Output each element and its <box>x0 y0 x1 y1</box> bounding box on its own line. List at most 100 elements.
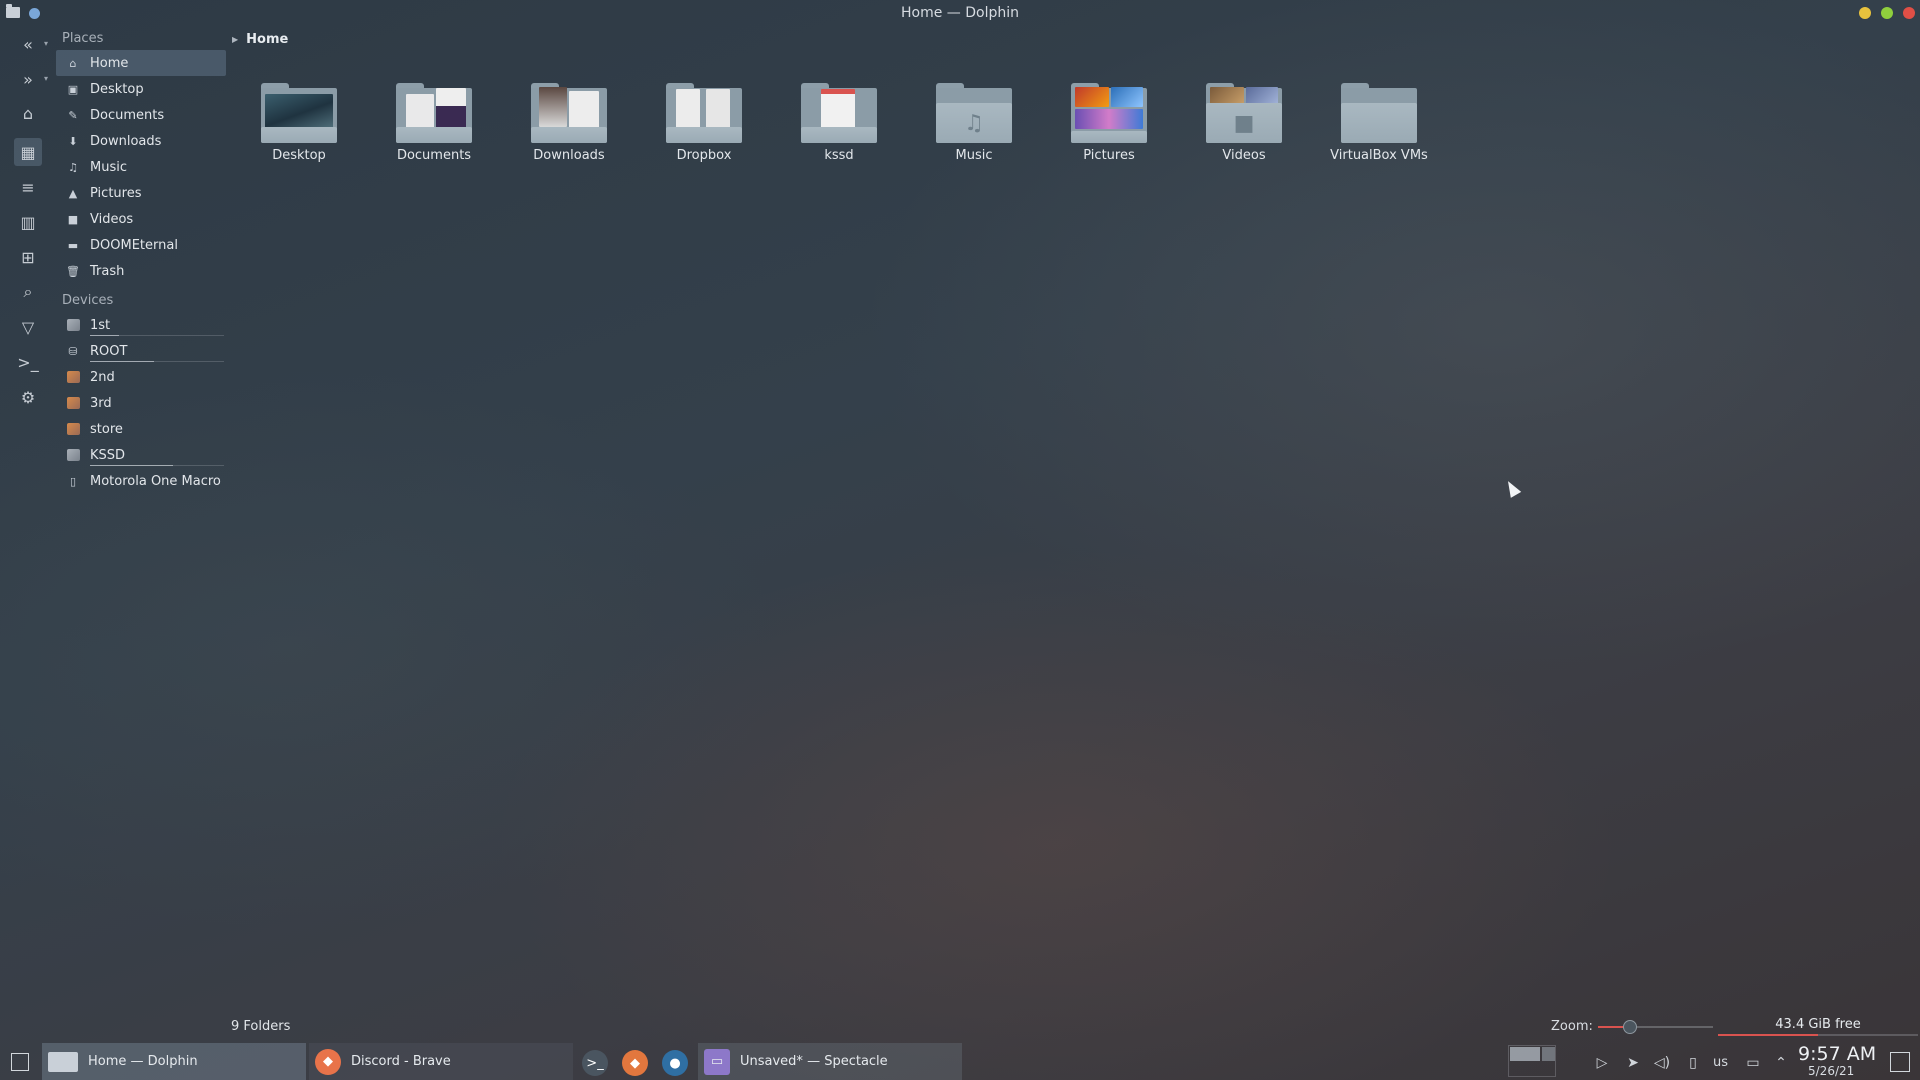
folder-downloads[interactable]: Downloads <box>520 80 655 170</box>
places-item-label: Pictures <box>90 185 142 201</box>
task-discord-brave[interactable]: ◆ Discord - Brave <box>309 1043 573 1080</box>
folder-grid: Desktop Documents Downloads Dropbox kssd… <box>250 80 1465 170</box>
folder-music[interactable]: ♫ Music <box>925 80 1060 170</box>
device-item-1st[interactable]: 1st <box>56 312 226 338</box>
folder-label: Downloads <box>533 148 605 163</box>
folder-desktop[interactable]: Desktop <box>250 80 385 170</box>
back-icon: « <box>23 34 33 54</box>
devices-section-title: Devices <box>62 293 114 308</box>
back-button[interactable]: «▾ <box>14 30 48 58</box>
telegram-icon[interactable]: ➤ <box>1623 1053 1643 1073</box>
pictures-icon: ▲ <box>68 186 78 200</box>
drive-icon <box>66 318 80 332</box>
dolphin-app-icon[interactable] <box>6 4 20 18</box>
on-all-desktops-icon[interactable] <box>29 8 40 19</box>
breadcrumb: ▶ Home <box>232 29 288 49</box>
device-item-3rd[interactable]: 3rd <box>56 390 226 416</box>
task-spectacle[interactable]: ▭ Unsaved* — Spectacle <box>698 1043 962 1080</box>
mouse-cursor <box>1502 478 1522 498</box>
keyboard-layout-indicator[interactable]: us <box>1713 1055 1728 1070</box>
media-player-icon[interactable]: ▷ <box>1592 1053 1612 1073</box>
terminal-button[interactable]: >_ <box>14 348 42 376</box>
free-space-label[interactable]: 43.4 GiB free <box>1718 1017 1918 1032</box>
task-dolphin[interactable]: Home — Dolphin <box>42 1043 306 1080</box>
steam-launcher[interactable]: ● <box>662 1050 688 1076</box>
terminal-launcher[interactable]: >_ <box>582 1050 608 1076</box>
places-item-videos[interactable]: ■ Videos <box>56 206 226 232</box>
chevron-down-icon[interactable]: ▾ <box>44 39 48 48</box>
places-item-music[interactable]: ♫ Music <box>56 154 226 180</box>
folder-label: Music <box>955 148 993 163</box>
volume-icon[interactable]: ◁) <box>1652 1053 1672 1073</box>
brave-icon: ◆ <box>315 1048 341 1075</box>
places-item-label: Downloads <box>90 133 162 149</box>
virtual-desktop-pager[interactable] <box>1508 1045 1556 1077</box>
chevron-right-icon[interactable]: ▶ <box>232 35 238 44</box>
places-item-home[interactable]: ⌂ Home <box>56 50 226 76</box>
places-item-desktop[interactable]: ▣ Desktop <box>56 76 226 102</box>
folder-kssd[interactable]: kssd <box>790 80 925 170</box>
places-item-pictures[interactable]: ▲ Pictures <box>56 180 226 206</box>
details-view-button[interactable]: ≡ <box>14 173 42 201</box>
device-item-root[interactable]: ⛁ ROOT <box>56 338 226 364</box>
folder-label: kssd <box>824 148 854 163</box>
maximize-button[interactable] <box>1881 7 1893 19</box>
folder-icon: ▬ <box>67 238 79 252</box>
downloads-icon: ⬇ <box>68 134 78 148</box>
show-desktop-button[interactable] <box>11 1053 29 1071</box>
device-item-store[interactable]: store <box>56 416 226 442</box>
fox-icon: ◆ <box>630 1055 640 1071</box>
home-icon: ⌂ <box>69 56 77 70</box>
clock-date[interactable]: 5/26/21 <box>1808 1064 1854 1078</box>
filter-button[interactable]: ▽ <box>14 313 42 341</box>
desktop-2-thumbnail[interactable] <box>1542 1047 1555 1061</box>
icons-view-icon: ▦ <box>20 142 36 162</box>
peek-desktop-button[interactable] <box>1890 1052 1910 1072</box>
icons-view-button[interactable]: ▦ <box>14 138 42 166</box>
drive-icon <box>66 396 80 410</box>
close-button[interactable] <box>1903 7 1915 19</box>
device-item-label: store <box>90 421 123 437</box>
places-item-documents[interactable]: ✎ Documents <box>56 102 226 128</box>
gitlab-launcher[interactable]: ◆ <box>622 1050 648 1076</box>
places-item-doometernal[interactable]: ▬ DOOMEternal <box>56 232 226 258</box>
device-item-2nd[interactable]: 2nd <box>56 364 226 390</box>
drive-icon <box>66 370 80 384</box>
places-item-trash[interactable]: 🗑 Trash <box>56 258 226 284</box>
task-label: Unsaved* — Spectacle <box>740 1054 888 1069</box>
desktop-1-thumbnail[interactable] <box>1510 1047 1540 1061</box>
zoom-slider-handle[interactable] <box>1623 1020 1638 1034</box>
split-icon: ▥ <box>20 212 36 232</box>
network-icon[interactable]: ▭ <box>1743 1053 1763 1073</box>
search-button[interactable]: ⌕ <box>14 278 42 306</box>
chevron-down-icon[interactable]: ▾ <box>44 74 48 83</box>
folder-documents[interactable]: Documents <box>385 80 520 170</box>
folder-pictures[interactable]: Pictures <box>1060 80 1195 170</box>
free-space-bar <box>1718 1034 1918 1036</box>
home-button[interactable]: ⌂ <box>14 99 42 127</box>
breadcrumb-home[interactable]: Home <box>246 32 288 47</box>
folder-music-icon: ♫ <box>936 83 1012 143</box>
clock-time[interactable]: 9:57 AM <box>1798 1043 1876 1065</box>
device-item-kssd[interactable]: KSSD <box>56 442 226 468</box>
video-camera-icon: ■ <box>1233 110 1255 136</box>
folder-virtualbox-vms[interactable]: VirtualBox VMs <box>1330 80 1465 170</box>
spectacle-icon: ▭ <box>704 1048 730 1075</box>
chevron-up-icon[interactable]: ⌃ <box>1771 1053 1791 1073</box>
forward-button[interactable]: » ▾ <box>14 65 48 93</box>
places-item-downloads[interactable]: ⬇ Downloads <box>56 128 226 154</box>
folder-dropbox[interactable]: Dropbox <box>655 80 790 170</box>
search-icon: ⌕ <box>23 282 33 301</box>
kde-connect-icon[interactable]: ▯ <box>1683 1053 1703 1073</box>
new-tab-button[interactable]: ⊞ <box>14 243 42 271</box>
device-item-label: 2nd <box>90 369 115 385</box>
folder-videos[interactable]: ■ Videos <box>1195 80 1330 170</box>
folder-icon <box>1341 83 1417 143</box>
split-button[interactable]: ▥ <box>14 208 42 236</box>
minimize-button[interactable] <box>1859 7 1871 19</box>
folder-label: Videos <box>1222 148 1266 163</box>
zoom-slider[interactable] <box>1598 1020 1713 1034</box>
trash-icon: 🗑 <box>66 264 80 278</box>
device-item-motorola[interactable]: ▯ Motorola One Macro <box>56 468 226 494</box>
settings-button[interactable]: ⚙ <box>14 383 42 411</box>
